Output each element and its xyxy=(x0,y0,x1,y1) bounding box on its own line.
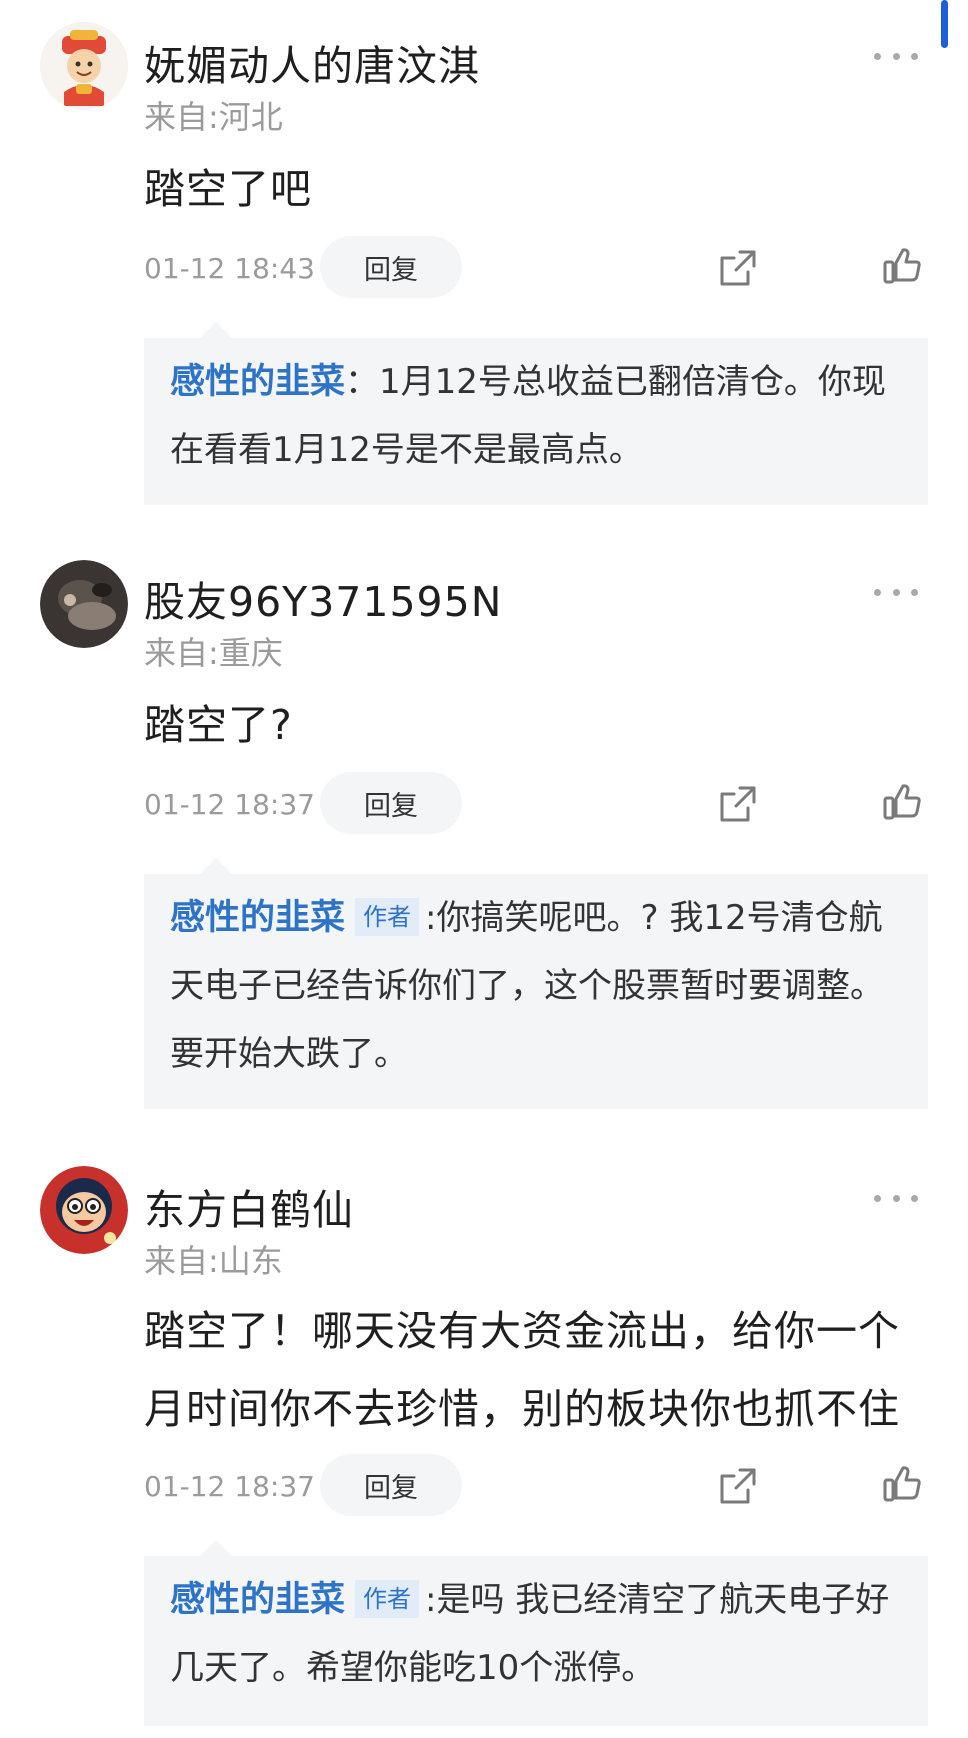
more-dots-icon[interactable] xyxy=(874,1188,918,1208)
reply-button[interactable]: 回复 xyxy=(320,1454,462,1516)
username[interactable]: 妩媚动人的唐汶淇 xyxy=(144,32,480,92)
reply-author[interactable]: 感性的韭菜 xyxy=(170,1580,345,1620)
comment-timestamp: 01-12 18:43 xyxy=(144,252,315,285)
comment-text: 踏空了吧 xyxy=(144,165,312,213)
scroll-indicator[interactable] xyxy=(941,0,948,48)
thumbs-up-icon[interactable] xyxy=(882,782,922,822)
reply-author[interactable]: 感性的韭菜 xyxy=(170,898,345,938)
location-label: 来自:重庆 xyxy=(144,634,283,672)
location-label: 来自:山东 xyxy=(144,1242,283,1280)
avatar[interactable] xyxy=(40,560,128,648)
thumbs-up-icon[interactable] xyxy=(882,1464,922,1504)
location-label: 来自:河北 xyxy=(144,98,283,136)
username[interactable]: 股友96Y371595N xyxy=(144,568,502,628)
reply-button[interactable]: 回复 xyxy=(320,772,462,834)
comment-text: 踏空了? xyxy=(144,701,293,749)
username[interactable]: 东方白鹤仙 xyxy=(144,1176,354,1236)
comment-timestamp: 01-12 18:37 xyxy=(144,1470,315,1503)
more-dots-icon[interactable] xyxy=(874,582,918,602)
avatar[interactable] xyxy=(40,1166,128,1254)
reply-box[interactable]: 感性的韭菜 作者:你搞笑呢吧。? 我12号清仓航天电子已经告诉你们了，这个股票暂时… xyxy=(144,858,928,1109)
more-dots-icon[interactable] xyxy=(874,46,918,66)
share-icon[interactable] xyxy=(718,248,758,288)
share-icon[interactable] xyxy=(718,1466,758,1506)
reply-box[interactable]: 感性的韭菜：1月12号总收益已翻倍清仓。你现在看看1月12号是不是最高点。 xyxy=(144,322,928,505)
author-badge: 作者 xyxy=(355,898,420,936)
share-icon[interactable] xyxy=(718,784,758,824)
reply-box[interactable]: 感性的韭菜 作者:是吗 我已经清空了航天电子好几天了。希望你能吃10个涨停。 xyxy=(144,1540,928,1726)
comment-text: 踏空了！哪天没有大资金流出，给你一个月时间你不去珍惜，别的板块你也抓不住 xyxy=(144,1307,900,1433)
comment-timestamp: 01-12 18:37 xyxy=(144,788,315,821)
reply-author[interactable]: 感性的韭菜 xyxy=(170,362,345,402)
thumbs-up-icon[interactable] xyxy=(882,246,922,286)
reply-button[interactable]: 回复 xyxy=(320,236,462,298)
author-badge: 作者 xyxy=(355,1580,420,1618)
avatar[interactable] xyxy=(40,22,128,110)
